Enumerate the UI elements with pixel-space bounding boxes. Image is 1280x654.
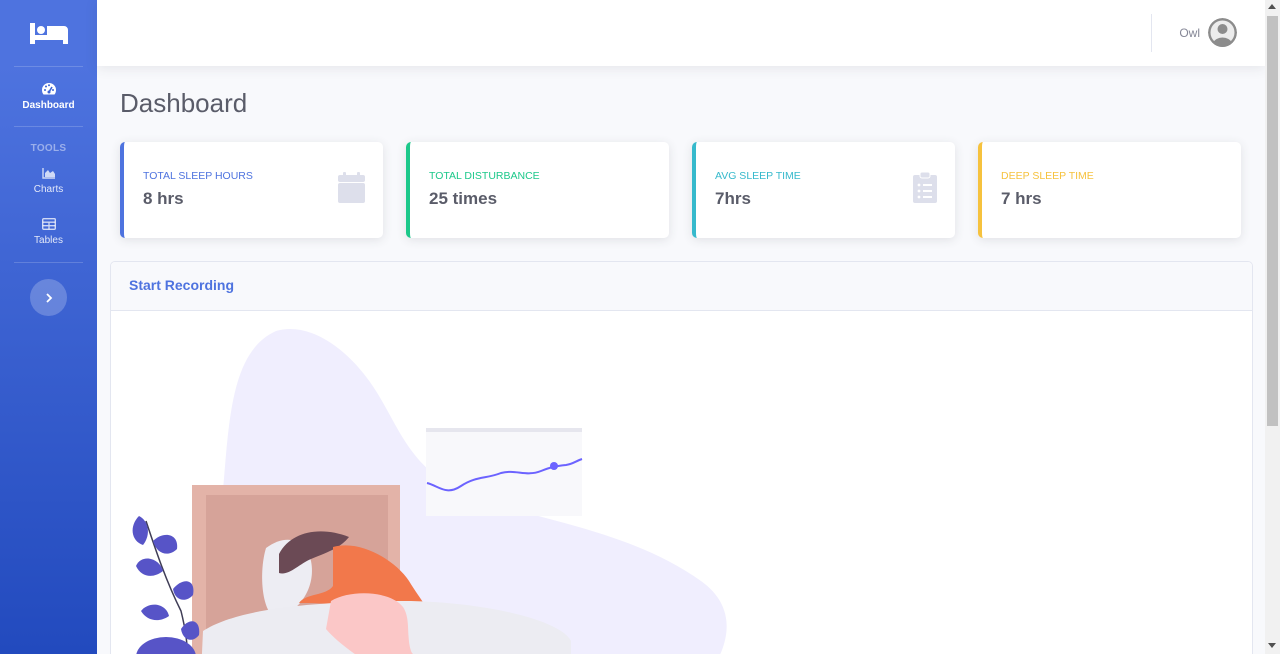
topbar: Owl <box>97 0 1265 66</box>
card-title: AVG SLEEP TIME <box>715 170 801 182</box>
stat-card-deep-sleep-time: DEEP SLEEP TIME 7 hrs <box>978 142 1241 238</box>
scroll-up-arrow-icon[interactable] <box>1268 4 1276 9</box>
scroll-down-arrow-icon[interactable] <box>1268 643 1276 648</box>
scrollbar-thumb[interactable] <box>1267 16 1278 426</box>
sidebar-divider <box>14 126 83 127</box>
clipboard-list-icon <box>913 172 937 203</box>
sleeping-person-illustration <box>132 329 727 654</box>
sidebar: Dashboard TOOLS Charts Tables <box>0 0 97 654</box>
sidebar-heading: TOOLS <box>30 143 67 154</box>
sidebar-item-dashboard[interactable]: Dashboard <box>0 67 97 126</box>
topbar-divider <box>1151 14 1152 52</box>
stat-card-avg-sleep-time: AVG SLEEP TIME 7hrs <box>692 142 955 238</box>
stat-card-total-disturbance: TOTAL DISTURBANCE 25 times <box>406 142 669 238</box>
sidebar-item-label: Charts <box>33 184 64 195</box>
sidebar-item-label: Dashboard <box>22 100 75 111</box>
page-scrollbar[interactable] <box>1265 0 1280 654</box>
calendar-icon <box>338 172 365 203</box>
page-title: Dashboard <box>120 88 248 118</box>
recording-panel: Start Recording <box>110 261 1253 654</box>
sidebar-divider <box>14 262 83 263</box>
user-avatar-icon <box>1208 18 1237 47</box>
stat-card-total-sleep-hours: TOTAL SLEEP HOURS 8 hrs <box>120 142 383 238</box>
chart-area-icon <box>41 168 55 179</box>
sidebar-item-charts[interactable]: Charts <box>0 154 97 202</box>
user-menu[interactable]: Owl <box>1179 18 1237 47</box>
card-value: 25 times <box>429 189 498 208</box>
sidebar-item-label: Tables <box>34 235 63 246</box>
card-title: DEEP SLEEP TIME <box>1001 170 1094 182</box>
sidebar-toggle-button[interactable] <box>30 279 67 316</box>
card-title: TOTAL SLEEP HOURS <box>143 170 253 182</box>
bed-icon <box>29 23 68 44</box>
card-value: 7hrs <box>715 189 751 208</box>
chevron-right-icon <box>45 292 52 303</box>
card-value: 8 hrs <box>143 189 184 208</box>
table-icon <box>41 218 56 230</box>
start-recording-link[interactable]: Start Recording <box>129 277 234 293</box>
user-name: Owl <box>1179 25 1200 40</box>
tachometer-icon <box>41 83 56 95</box>
card-value: 7 hrs <box>1001 189 1042 208</box>
brand-link[interactable] <box>0 0 97 66</box>
card-title: TOTAL DISTURBANCE <box>429 170 540 182</box>
sidebar-item-tables[interactable]: Tables <box>0 202 97 262</box>
panel-header: Start Recording <box>111 262 1252 311</box>
